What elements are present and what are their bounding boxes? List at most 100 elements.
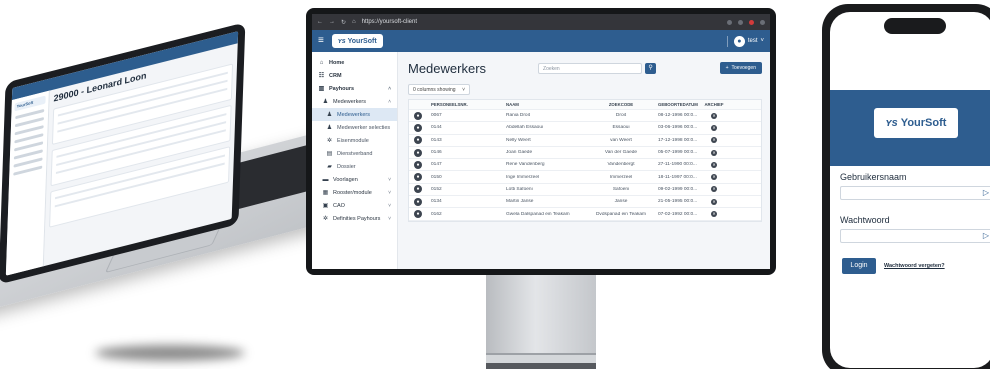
sidebar-item[interactable]: ✲ Eisenmodule [312,134,397,147]
sidebar-item[interactable]: ▬ Voorlagen ˅ [312,173,397,186]
app-logo-text: YourSoft [347,37,377,45]
url-bar[interactable]: https://yoursoft-client [362,19,417,25]
table-row[interactable]: ● 0134 Martin Janse Janse 21-05-1995 00:0...… [409,196,761,209]
search-button[interactable]: ⚲ [645,62,657,74]
column-header-code[interactable]: ZOEKCODE [588,102,654,107]
avatar-cell: ● [409,111,427,120]
login-button[interactable]: Login [842,258,876,274]
column-header-name[interactable]: NAAM [502,102,588,107]
avatar-cell: ● [409,148,427,157]
archive-cell[interactable]: ✕ [702,149,726,156]
cell-dob: 05-07-1999 00:0... [658,150,698,156]
forgot-password-link[interactable]: Wachtwoord vergeten? [884,263,945,269]
archive-cell[interactable]: ✕ [702,112,726,119]
sidebar-item[interactable]: ▦ Rooster/module ˅ [312,186,397,199]
cell-nr: 0134 [431,199,442,205]
sidebar-item[interactable]: ▰ Dossier [312,160,397,173]
sidebar-item[interactable]: ☷ CRM [312,69,397,82]
user-menu[interactable]: ● test ˅ [726,35,764,47]
home-icon: ⌂ [319,59,324,66]
sidebar-item[interactable]: ♟ Medewerkers ˄ [312,95,397,108]
sidebar-nav: ⌂ Home ☷ CRM ▥ Payhours ˄ ♟ Medewerkers ˄ ♟ Medewer… [312,52,398,269]
sidebar-item[interactable]: ✲ Definities Payhours ˅ [312,212,397,225]
table-row[interactable]: ● 0146 Joan Gaede Van der Gaede 05-07-1999 0… [409,147,761,160]
avatar-icon: ● [414,123,422,132]
archive-icon[interactable]: ✕ [711,112,717,119]
yoursoft-mark-icon: ʏs [337,37,346,45]
column-header-archive[interactable]: ARCHIEF [702,102,726,107]
table-row[interactable]: ● 0143 Nelly Weert van Weert 17-12-1998 00:0… [409,135,761,147]
page-title: Medewerkers [408,60,487,76]
columns-select[interactable]: 0 columns showing ˅ [408,84,470,95]
table-row[interactable]: ● 0067 Rania Droit Droit 08-12-1996 00:0... ✕ [409,110,761,123]
columns-select-value: 0 columns showing [413,87,456,93]
user-name: test [747,38,758,44]
cao-icon: ▣ [322,203,329,209]
cell-code: Dvdspanad ein Teakam [595,211,647,217]
monitor-screen: ← → ↻ ⌂ https://yoursoft-client ≡ ʏs You… [312,14,770,269]
sidebar-item[interactable]: ▤ Dienstverband [312,147,397,160]
user-avatar-icon: ● [733,35,745,47]
profile-icon[interactable] [749,19,754,25]
folder-icon: ▰ [327,164,332,170]
chevron-down-icon: ˅ [760,38,764,44]
extension-icon[interactable] [727,19,732,25]
archive-cell[interactable]: ✕ [702,124,726,131]
cell-nr: 0143 [431,137,442,143]
table-row[interactable]: ● 0147 Rene Vandenberg Vandenbergt 27-11-199… [409,159,761,172]
forward-icon[interactable]: → [329,19,335,25]
sidebar-item[interactable]: ♟ Medewerker selecties [312,121,397,134]
archive-icon[interactable]: ✕ [711,137,717,144]
monitor-frame: ← → ↻ ⌂ https://yoursoft-client ≡ ʏs You… [306,8,776,275]
table-row[interactable]: ● 0152 Lotti Safoeni Safoeni 09-02-1999 00:0… [409,184,761,197]
table-row[interactable]: ● 0162 Gwela Dalspanad ein Teakam Dvdspanad… [409,208,761,221]
column-header-nr[interactable]: PERSONEELSNR. [427,102,502,107]
avatar-icon: ● [414,185,422,194]
archive-icon[interactable]: ✕ [711,161,717,168]
archive-icon[interactable]: ✕ [711,149,717,156]
password-field[interactable]: ▷ [840,229,990,243]
sidebar-item[interactable]: ▥ Payhours ˄ [312,82,397,95]
archive-icon[interactable]: ✕ [711,186,717,193]
arrow-right-icon: ▷ [982,188,989,197]
cell-dob: 09-02-1999 00:0... [658,186,698,192]
archive-icon[interactable]: ✕ [711,211,717,218]
table-header: PERSONEELSNR. NAAM ZOEKCODE GEBOORTEDATU… [409,100,761,110]
star-icon[interactable] [738,19,743,25]
username-field[interactable]: ▷ [840,186,990,200]
archive-cell[interactable]: ✕ [702,198,726,205]
column-header-dob[interactable]: GEBOORTEDATUM [654,102,702,107]
archive-icon[interactable]: ✕ [711,174,717,181]
archive-cell[interactable]: ✕ [702,186,726,193]
monitor-stand [486,275,596,355]
back-icon[interactable]: ← [317,19,323,25]
home-browser-icon[interactable]: ⌂ [352,19,356,25]
add-button[interactable]: + Toevoegen [719,62,762,74]
sidebar-item[interactable]: ♟ Medewerkers [312,108,397,121]
reload-icon[interactable]: ↻ [341,19,346,26]
monitor-foot [486,353,596,369]
app-logo[interactable]: ʏs YourSoft [331,34,383,48]
cell-code: Safoeni [612,186,630,192]
archive-cell[interactable]: ✕ [702,161,726,168]
phone-body: ʏs YourSoft Gebruikersnaam ▷ Wachtwoord … [822,4,990,369]
menu-icon[interactable] [760,19,765,25]
archive-cell[interactable]: ✕ [702,211,726,218]
cell-nr: 0146 [431,150,442,156]
archive-icon[interactable]: ✕ [711,124,717,131]
hamburger-menu-icon[interactable]: ≡ [318,36,324,46]
cell-dob: 21-05-1995 00:0... [658,199,698,205]
sidebar-item[interactable]: ▣ CAO ˅ [312,199,397,212]
archive-icon[interactable]: ✕ [711,198,717,205]
employees-table: PERSONEELSNR. NAAM ZOEKCODE GEBOORTEDATU… [408,99,762,222]
archive-cell[interactable]: ✕ [702,174,726,181]
sidebar-item[interactable]: ⌂ Home [312,56,397,69]
cell-name: Rene Vandenberg [506,162,545,168]
archive-cell[interactable]: ✕ [702,137,726,144]
avatar-icon: ● [414,136,422,145]
table-row[interactable]: ● 0150 Inge Immerzeel Immerzeel 18-11-1997 0… [409,171,761,184]
sidebar-item-label: CRM [329,72,342,79]
table-row[interactable]: ● 0144 Abdellah Essaoui Essaoui 03-06-1996 0… [409,122,761,135]
avatar-cell: ● [409,185,427,194]
search-input[interactable]: Zoeken [538,62,643,74]
